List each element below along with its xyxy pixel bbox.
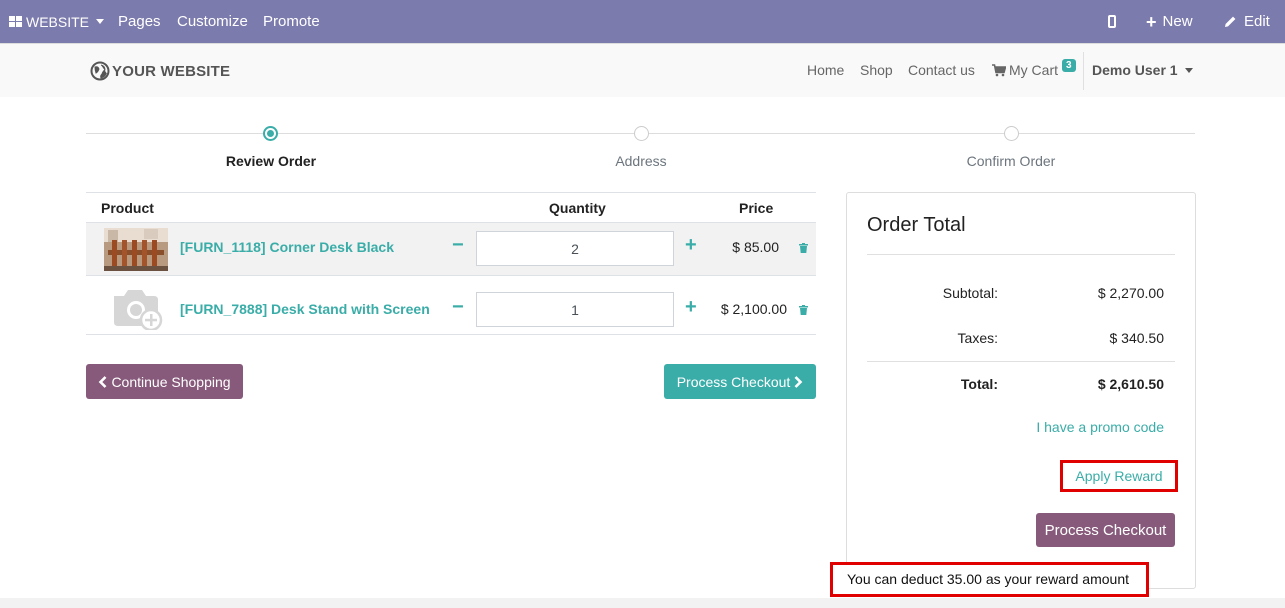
- cart-label: My Cart: [1009, 62, 1058, 78]
- trash-icon[interactable]: [799, 305, 808, 315]
- promote-menu[interactable]: Promote: [263, 0, 320, 43]
- table-top-border: [86, 192, 816, 193]
- column-header-quantity: Quantity: [549, 200, 606, 216]
- apply-reward-link[interactable]: Apply Reward: [1063, 468, 1175, 484]
- total-value: $ 2,610.50: [1097, 376, 1164, 392]
- pages-menu[interactable]: Pages: [118, 0, 161, 43]
- cart-count-badge: 3: [1062, 58, 1076, 72]
- globe-icon: [90, 61, 110, 81]
- quantity-decrease-button[interactable]: −: [452, 296, 464, 319]
- logo-text: YOUR WEBSITE: [112, 62, 231, 80]
- user-menu[interactable]: Demo User 1: [1092, 62, 1193, 78]
- nav-contact[interactable]: Contact us: [908, 62, 975, 78]
- subtotal-value: $ 2,270.00: [1097, 285, 1164, 301]
- chevron-right-icon: [794, 375, 803, 388]
- reward-message: You can deduct 35.00 as your reward amou…: [847, 571, 1130, 587]
- column-header-product: Product: [101, 200, 154, 216]
- continue-shopping-label: Continue Shopping: [111, 373, 231, 390]
- site-logo[interactable]: YOUR WEBSITE: [90, 61, 230, 81]
- process-checkout-button[interactable]: Process Checkout: [664, 364, 816, 399]
- product-price: $ 85.00: [732, 239, 779, 255]
- subtotal-label: Subtotal:: [942, 285, 998, 301]
- quantity-input[interactable]: [476, 292, 674, 327]
- nav-divider: [1083, 52, 1084, 90]
- continue-shopping-button[interactable]: Continue Shopping: [86, 364, 243, 399]
- total-label: Total:: [960, 376, 998, 392]
- camera-placeholder-icon: [114, 290, 163, 330]
- pencil-icon: [1225, 16, 1236, 27]
- table-row: [FURN_1118] Corner Desk Black − + $ 85.0…: [86, 222, 816, 275]
- quantity-input[interactable]: [476, 231, 674, 266]
- customize-menu[interactable]: Customize: [177, 0, 248, 43]
- step-dot-address: [634, 126, 649, 141]
- promo-code-link[interactable]: I have a promo code: [947, 419, 1164, 435]
- step-address: Address: [615, 153, 667, 169]
- nav-home[interactable]: Home: [807, 62, 844, 78]
- taxes-value: $ 340.50: [1109, 330, 1165, 346]
- mobile-preview-button[interactable]: [1108, 0, 1116, 43]
- chevron-left-icon: [99, 375, 107, 388]
- divider: [867, 254, 1175, 255]
- apps-grid-icon: [9, 16, 22, 27]
- caret-down-icon: [96, 19, 105, 24]
- column-header-price: Price: [739, 200, 774, 216]
- trash-icon[interactable]: [799, 243, 808, 253]
- step-review-order: Review Order: [225, 153, 317, 169]
- divider: [867, 361, 1175, 362]
- edit-button[interactable]: Edit: [1224, 0, 1270, 43]
- step-dot-review: [263, 126, 278, 141]
- caret-down-icon: [1184, 67, 1193, 73]
- nav-my-cart[interactable]: My Cart 3: [992, 58, 1076, 78]
- main-content: Review Order Address Confirm Order Produ…: [0, 97, 1285, 598]
- product-photo-icon: [104, 228, 168, 271]
- website-menu-label: WEBSITE: [26, 13, 90, 30]
- card-process-checkout-button[interactable]: Process Checkout: [1036, 513, 1175, 547]
- order-total-title: Order Total: [867, 214, 966, 236]
- taxes-label: Taxes:: [957, 330, 998, 346]
- order-total-card: Order Total Subtotal: $ 2,270.00 Taxes: …: [846, 192, 1196, 589]
- site-header: YOUR WEBSITE Home Shop Contact us My Car…: [0, 43, 1285, 97]
- step-dot-confirm: [1004, 126, 1019, 141]
- step-confirm-order: Confirm Order: [966, 153, 1056, 169]
- product-link[interactable]: [FURN_7888] Desk Stand with Screen: [180, 301, 430, 317]
- apply-reward-highlight: Apply Reward: [1060, 460, 1178, 492]
- new-button[interactable]: + New: [1146, 0, 1193, 43]
- edit-button-label: Edit: [1244, 13, 1270, 30]
- new-button-label: New: [1162, 13, 1193, 30]
- mobile-phone-icon: [1108, 15, 1116, 28]
- nav-shop[interactable]: Shop: [860, 62, 893, 78]
- quantity-decrease-button[interactable]: −: [452, 234, 464, 257]
- user-name: Demo User 1: [1092, 62, 1178, 78]
- product-link[interactable]: [FURN_1118] Corner Desk Black: [180, 239, 394, 255]
- admin-topbar: WEBSITE Pages Customize Promote + New Ed…: [0, 0, 1285, 43]
- shopping-cart-icon: [992, 63, 1006, 76]
- product-price: $ 2,100.00: [720, 301, 787, 317]
- table-row: [FURN_7888] Desk Stand with Screen − + $…: [86, 275, 816, 335]
- website-menu[interactable]: WEBSITE: [9, 0, 105, 43]
- plus-icon: +: [1146, 11, 1157, 32]
- reward-message-highlight: You can deduct 35.00 as your reward amou…: [830, 562, 1149, 597]
- process-checkout-label: Process Checkout: [676, 373, 791, 390]
